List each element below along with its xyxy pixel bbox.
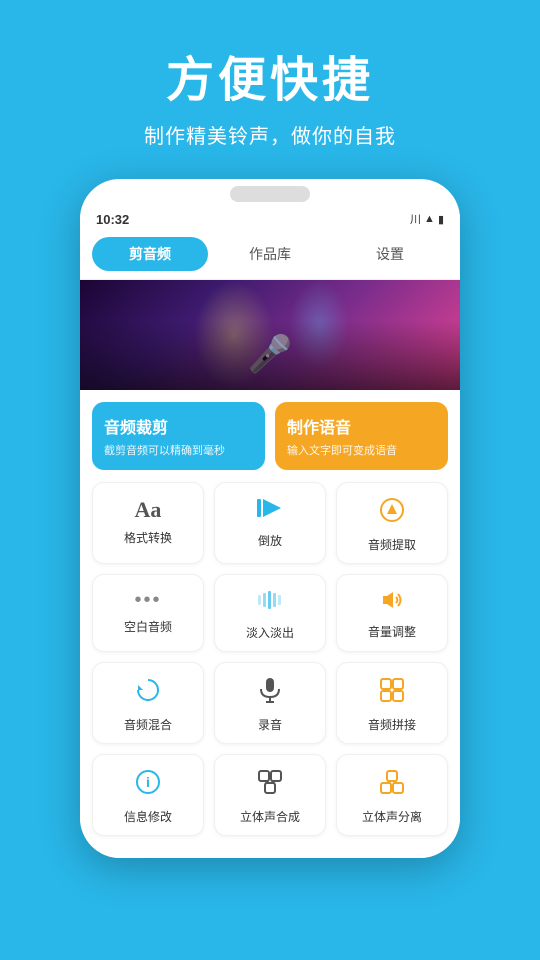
make-voice-title: 制作语音 [287, 414, 436, 438]
concat-icon [379, 677, 405, 710]
grid-row-3: 音频混合 录音 [92, 662, 448, 744]
mix-icon [135, 677, 161, 710]
grid-item-blank[interactable]: ••• 空白音频 [92, 574, 204, 652]
reverse-icon [257, 497, 283, 526]
blank-label: 空白音频 [124, 618, 172, 635]
grid-section: Aa 格式转换 倒放 [80, 482, 460, 858]
extract-label: 音频提取 [368, 536, 416, 553]
signal-icon: 川 [410, 211, 421, 227]
fadein-label: 淡入淡出 [246, 624, 294, 641]
status-icons: 川 ▲ ▮ [410, 211, 444, 227]
record-icon [259, 677, 281, 710]
extract-icon [379, 497, 405, 530]
stereo-mix-label: 立体声合成 [240, 808, 300, 825]
action-card-audio-crop[interactable]: 音频裁剪 截剪音频可以精确到毫秒 [92, 402, 265, 470]
status-bar: 10:32 川 ▲ ▮ [80, 209, 460, 229]
grid-row-4: i 信息修改 立体声合成 [92, 754, 448, 836]
grid-item-stereo-sep[interactable]: 立体声分离 [336, 754, 448, 836]
status-time: 10:32 [96, 212, 129, 227]
audio-crop-desc: 截剪音频可以精确到毫秒 [104, 442, 253, 458]
grid-item-info[interactable]: i 信息修改 [92, 754, 204, 836]
grid-row-2: ••• 空白音频 淡入淡出 [92, 574, 448, 652]
info-icon: i [135, 769, 161, 802]
grid-item-concat[interactable]: 音频拼接 [336, 662, 448, 744]
phone-wrapper: 10:32 川 ▲ ▮ 剪音频 作品库 设置 🎤 音频裁剪 截剪音频可以精确到毫… [0, 179, 540, 858]
blank-icon: ••• [134, 589, 161, 612]
info-label: 信息修改 [124, 808, 172, 825]
grid-item-format[interactable]: Aa 格式转换 [92, 482, 204, 564]
concat-label: 音频拼接 [368, 716, 416, 733]
tab-bar: 剪音频 作品库 设置 [80, 229, 460, 280]
mix-label: 音频混合 [124, 716, 172, 733]
grid-item-mix[interactable]: 音频混合 [92, 662, 204, 744]
grid-item-reverse[interactable]: 倒放 [214, 482, 326, 564]
banner: 🎤 [80, 280, 460, 390]
tab-settings[interactable]: 设置 [332, 237, 448, 271]
svg-text:i: i [146, 774, 150, 790]
action-cards: 音频裁剪 截剪音频可以精确到毫秒 制作语音 输入文字即可变成语音 [80, 390, 460, 482]
banner-figure: 🎤 [248, 333, 293, 375]
sub-title: 制作精美铃声，做你的自我 [20, 120, 520, 149]
phone-top-bar [80, 179, 460, 209]
grid-item-record[interactable]: 录音 [214, 662, 326, 744]
volume-icon [379, 589, 405, 617]
record-label: 录音 [258, 716, 282, 733]
grid-item-extract[interactable]: 音频提取 [336, 482, 448, 564]
grid-row-1: Aa 格式转换 倒放 [92, 482, 448, 564]
action-card-make-voice[interactable]: 制作语音 输入文字即可变成语音 [275, 402, 448, 470]
phone-notch [230, 186, 310, 202]
battery-icon: ▮ [438, 213, 444, 226]
main-title: 方便快捷 [20, 40, 520, 110]
volume-label: 音量调整 [368, 623, 416, 640]
stereo-sep-label: 立体声分离 [362, 808, 422, 825]
phone: 10:32 川 ▲ ▮ 剪音频 作品库 设置 🎤 音频裁剪 截剪音频可以精确到毫… [80, 179, 460, 858]
make-voice-desc: 输入文字即可变成语音 [287, 442, 436, 458]
tab-audio-cut[interactable]: 剪音频 [92, 237, 208, 271]
grid-item-stereo-mix[interactable]: 立体声合成 [214, 754, 326, 836]
format-label: 格式转换 [124, 529, 172, 546]
stereo-mix-icon [257, 769, 283, 802]
header-section: 方便快捷 制作精美铃声，做你的自我 [0, 0, 540, 169]
tab-works[interactable]: 作品库 [212, 237, 328, 271]
audio-crop-title: 音频裁剪 [104, 414, 253, 438]
wifi-icon: ▲ [424, 213, 435, 225]
stereo-sep-icon [379, 769, 405, 802]
grid-item-volume[interactable]: 音量调整 [336, 574, 448, 652]
grid-item-fadein[interactable]: 淡入淡出 [214, 574, 326, 652]
reverse-label: 倒放 [258, 532, 282, 549]
fadein-icon [257, 589, 283, 618]
format-icon: Aa [135, 497, 162, 523]
